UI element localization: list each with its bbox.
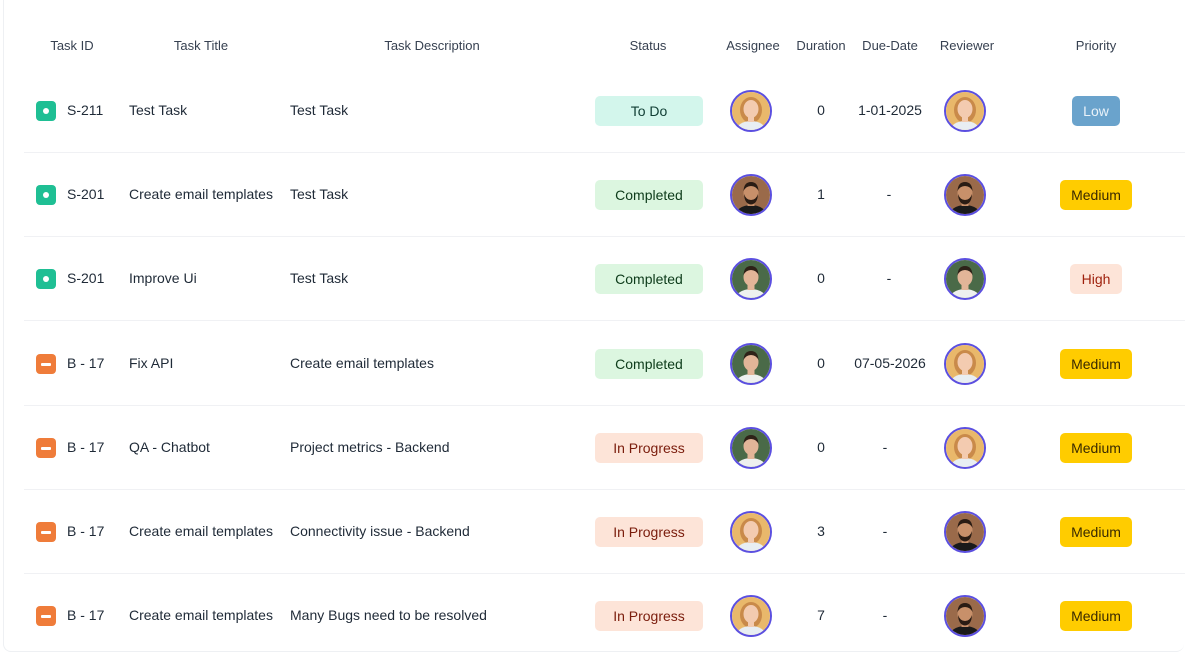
priority-badge[interactable]: Medium (1060, 433, 1132, 463)
due-date-value: 07-05-2026 (854, 355, 926, 371)
priority-badge[interactable]: Low (1072, 96, 1120, 126)
duration-value: 3 (817, 523, 825, 539)
assignee-avatar[interactable] (730, 511, 772, 553)
row-divider (24, 320, 1185, 321)
reviewer-avatar[interactable] (944, 258, 986, 300)
table-row[interactable]: S-201 Create email templates Test Task C… (0, 153, 1185, 237)
priority-badge[interactable]: Medium (1060, 180, 1132, 210)
task-title[interactable]: Create email templates (129, 607, 273, 623)
duration-value: 0 (817, 102, 825, 118)
column-header-task-title[interactable]: Task Title (174, 38, 228, 53)
task-id[interactable]: S-201 (67, 186, 104, 202)
due-date-value: - (882, 607, 888, 623)
story-type-icon (36, 101, 56, 121)
column-header-task-description[interactable]: Task Description (384, 38, 479, 53)
task-description: Project metrics - Backend (290, 439, 450, 455)
task-description: Create email templates (290, 355, 434, 371)
task-title[interactable]: QA - Chatbot (129, 439, 210, 455)
bug-type-icon (36, 438, 56, 458)
task-id[interactable]: B - 17 (67, 523, 104, 539)
task-id[interactable]: S-211 (67, 102, 103, 118)
status-badge[interactable]: In Progress (595, 517, 703, 547)
reviewer-avatar[interactable] (944, 174, 986, 216)
priority-badge[interactable]: Medium (1060, 349, 1132, 379)
assignee-avatar[interactable] (730, 90, 772, 132)
assignee-avatar[interactable] (730, 174, 772, 216)
due-date-value: - (886, 186, 892, 202)
duration-value: 0 (817, 355, 825, 371)
story-type-icon (36, 185, 56, 205)
priority-badge[interactable]: Medium (1060, 517, 1132, 547)
status-badge[interactable]: In Progress (595, 601, 703, 631)
table-row[interactable]: B - 17 Fix API Create email templates Co… (0, 322, 1185, 406)
column-header-duration[interactable]: Duration (796, 38, 845, 53)
due-date-value: - (882, 439, 888, 455)
task-id[interactable]: B - 17 (67, 355, 104, 371)
task-description: Test Task (290, 270, 349, 286)
column-header-reviewer[interactable]: Reviewer (940, 38, 994, 53)
assignee-avatar[interactable] (730, 343, 772, 385)
task-description: Connectivity issue - Backend (290, 523, 470, 539)
due-date-value: - (886, 270, 892, 286)
bug-type-icon (36, 522, 56, 542)
task-title[interactable]: Create email templates (129, 186, 273, 202)
table-row[interactable]: B - 17 Create email templates Connectivi… (0, 490, 1185, 574)
status-badge[interactable]: Completed (595, 180, 703, 210)
bug-type-icon (36, 606, 56, 626)
table-row[interactable]: B - 17 QA - Chatbot Project metrics - Ba… (0, 406, 1185, 490)
table-header: Task ID Task Title Task Description Stat… (0, 0, 1185, 80)
duration-value: 7 (817, 607, 825, 623)
status-badge[interactable]: To Do (595, 96, 703, 126)
task-id[interactable]: S-201 (67, 270, 104, 286)
priority-badge[interactable]: Medium (1060, 601, 1132, 631)
task-description: Test Task (290, 102, 349, 118)
task-id[interactable]: B - 17 (67, 439, 104, 455)
due-date-value: 1-01-2025 (858, 102, 922, 118)
status-badge[interactable]: Completed (595, 264, 703, 294)
column-header-due-date[interactable]: Due-Date (862, 38, 918, 53)
bug-type-icon (36, 354, 56, 374)
status-badge[interactable]: Completed (595, 349, 703, 379)
assignee-avatar[interactable] (730, 427, 772, 469)
reviewer-avatar[interactable] (944, 595, 986, 637)
task-id[interactable]: B - 17 (67, 607, 104, 623)
column-header-status[interactable]: Status (630, 38, 667, 53)
task-title[interactable]: Improve Ui (129, 270, 197, 286)
task-title[interactable]: Test Task (129, 102, 187, 118)
duration-value: 0 (817, 270, 825, 286)
table-row[interactable]: B - 17 Create email templates Many Bugs … (0, 574, 1185, 658)
priority-badge[interactable]: High (1070, 264, 1122, 294)
due-date-value: - (882, 523, 888, 539)
column-header-assignee[interactable]: Assignee (726, 38, 779, 53)
status-badge[interactable]: In Progress (595, 433, 703, 463)
reviewer-avatar[interactable] (944, 511, 986, 553)
column-header-priority[interactable]: Priority (1076, 38, 1116, 53)
column-header-task-id[interactable]: Task ID (50, 38, 93, 53)
reviewer-avatar[interactable] (944, 343, 986, 385)
task-description: Many Bugs need to be resolved (290, 607, 487, 623)
table-row[interactable]: S-211 Test Task Test Task To Do 0 1-01-2… (0, 69, 1185, 153)
task-title[interactable]: Fix API (129, 355, 173, 371)
story-type-icon (36, 269, 56, 289)
task-description: Test Task (290, 186, 349, 202)
reviewer-avatar[interactable] (944, 427, 986, 469)
assignee-avatar[interactable] (730, 595, 772, 637)
reviewer-avatar[interactable] (944, 90, 986, 132)
assignee-avatar[interactable] (730, 258, 772, 300)
duration-value: 0 (817, 439, 825, 455)
task-title[interactable]: Create email templates (129, 523, 273, 539)
duration-value: 1 (817, 186, 825, 202)
table-row[interactable]: S-201 Improve Ui Test Task Completed 0 -… (0, 237, 1185, 321)
